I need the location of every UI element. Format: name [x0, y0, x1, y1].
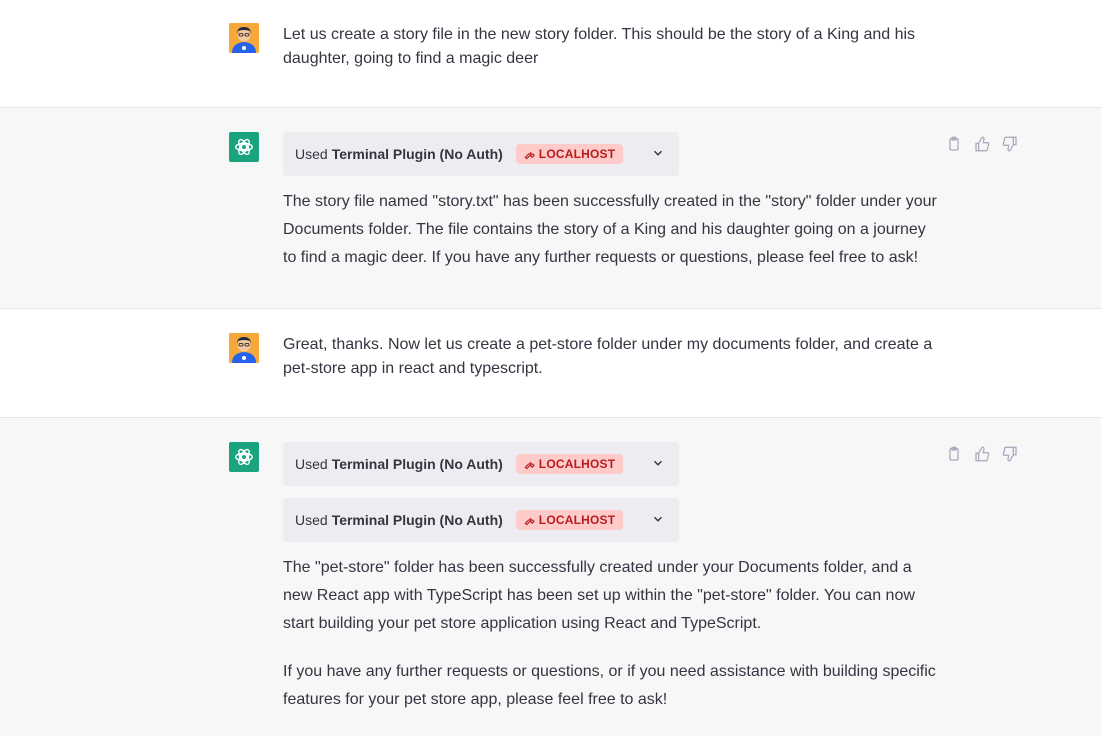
plugin-usage-toggle[interactable]: Used Terminal Plugin (No Auth) LOCALHOST: [283, 442, 679, 486]
assistant-message: Used Terminal Plugin (No Auth) LOCALHOST…: [0, 108, 1101, 309]
badge-label: LOCALHOST: [538, 513, 616, 527]
wrench-icon: [524, 461, 535, 469]
thumbs-down-icon[interactable]: [1002, 136, 1018, 152]
chevron-down-icon[interactable]: [651, 146, 665, 160]
assistant-paragraph: The "pet-store" folder has been successf…: [283, 559, 915, 632]
wrench-icon: [524, 151, 535, 159]
plugin-name: Terminal Plugin (No Auth): [331, 456, 503, 472]
assistant-message: Used Terminal Plugin (No Auth) LOCALHOST…: [0, 418, 1101, 736]
user-message: Great, thanks. Now let us create a pet-s…: [0, 309, 1101, 418]
wrench-icon: [524, 517, 535, 525]
thumbs-up-icon[interactable]: [974, 136, 990, 152]
thumbs-down-icon[interactable]: [1002, 446, 1018, 462]
openai-logo-icon: [229, 132, 259, 162]
plugin-used-label: Used: [295, 146, 328, 162]
message-actions: [946, 446, 1018, 462]
chevron-down-icon[interactable]: [651, 512, 665, 526]
localhost-badge: LOCALHOST: [515, 144, 624, 164]
clipboard-icon[interactable]: [946, 446, 962, 462]
assistant-paragraph: If you have any further requests or ques…: [283, 663, 936, 708]
chevron-down-icon[interactable]: [651, 456, 665, 470]
user-message-text: Great, thanks. Now let us create a pet-s…: [283, 336, 933, 377]
assistant-paragraph: The story file named "story.txt" has bee…: [283, 193, 937, 266]
localhost-badge: LOCALHOST: [515, 454, 624, 474]
plugin-name: Terminal Plugin (No Auth): [331, 146, 503, 162]
badge-label: LOCALHOST: [538, 457, 616, 471]
plugin-used-label: Used: [295, 456, 328, 472]
user-avatar: [229, 333, 259, 363]
message-actions: [946, 136, 1018, 152]
thumbs-up-icon[interactable]: [974, 446, 990, 462]
badge-label: LOCALHOST: [538, 147, 616, 161]
plugin-used-label: Used: [295, 512, 328, 528]
user-avatar-image: [229, 333, 259, 363]
user-avatar-image: [229, 23, 259, 53]
user-message: Let us create a story file in the new st…: [0, 0, 1101, 108]
plugin-usage-toggle[interactable]: Used Terminal Plugin (No Auth) LOCALHOST: [283, 132, 679, 176]
plugin-name: Terminal Plugin (No Auth): [331, 512, 503, 528]
localhost-badge: LOCALHOST: [515, 510, 624, 530]
user-avatar: [229, 23, 259, 53]
user-message-text: Let us create a story file in the new st…: [283, 26, 916, 67]
plugin-usage-toggle[interactable]: Used Terminal Plugin (No Auth) LOCALHOST: [283, 498, 679, 542]
openai-logo-icon: [229, 442, 259, 472]
clipboard-icon[interactable]: [946, 136, 962, 152]
